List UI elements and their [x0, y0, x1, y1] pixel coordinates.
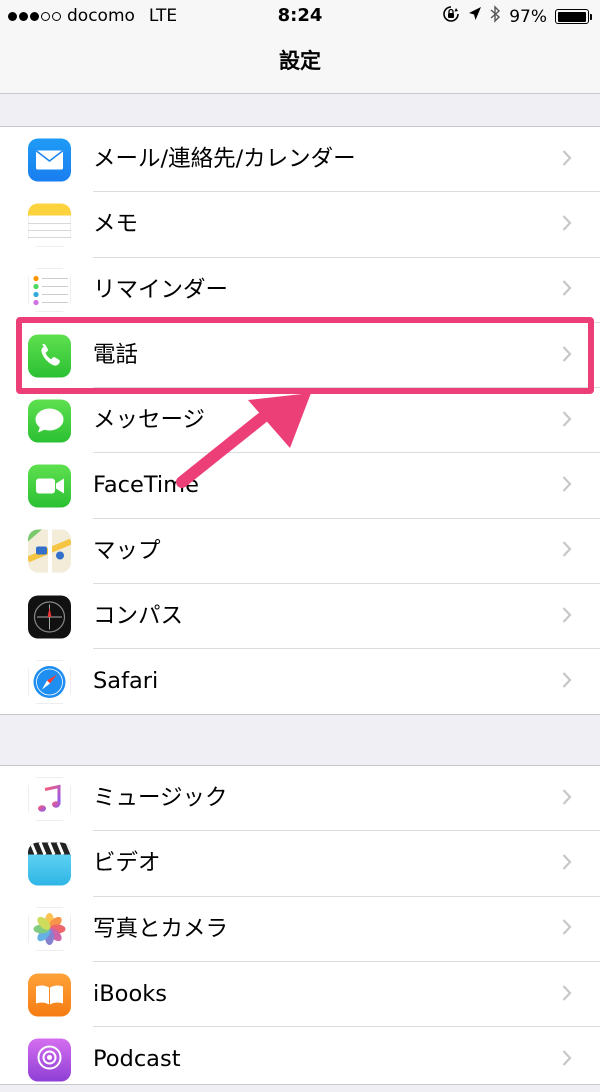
chevron-right-icon: [562, 280, 572, 301]
settings-row-label: メッセージ: [93, 407, 206, 434]
maps-icon: [28, 529, 71, 573]
orientation-lock-icon: [442, 5, 460, 28]
bluetooth-icon: [490, 5, 501, 28]
compass-icon: [28, 595, 71, 639]
reminders-icon: [28, 268, 71, 312]
facetime-icon: [28, 464, 71, 508]
chevron-right-icon: [562, 984, 572, 1005]
chevron-right-icon: [562, 149, 572, 170]
phone-row-highlight-box: [16, 317, 594, 394]
settings-row-reminders[interactable]: リマインダー: [0, 258, 600, 323]
settings-row-videos[interactable]: ビデオ: [0, 831, 600, 897]
chevron-right-icon: [562, 541, 572, 562]
chevron-right-icon: [562, 853, 572, 874]
chevron-right-icon: [562, 788, 572, 809]
settings-row-label: iBooks: [93, 980, 167, 1007]
settings-group-apps-2: ミュージック ビデオ 写真とカメラ iBooks Podcast: [0, 765, 600, 1085]
settings-row-music[interactable]: ミュージック: [0, 766, 600, 832]
settings-row-label: ビデオ: [93, 850, 161, 877]
music-icon: [28, 777, 71, 821]
settings-row-ibooks[interactable]: iBooks: [0, 962, 600, 1028]
settings-row-label: コンパス: [93, 603, 184, 630]
settings-row-photos-camera[interactable]: 写真とカメラ: [0, 897, 600, 962]
battery-percent: 97%: [509, 6, 547, 27]
videos-icon: [28, 842, 71, 886]
page-title: 設定: [279, 49, 321, 73]
settings-row-safari[interactable]: Safari: [0, 649, 600, 714]
settings-row-notes[interactable]: メモ: [0, 192, 600, 258]
settings-row-label: Podcast: [93, 1046, 181, 1073]
battery-icon: [555, 9, 592, 24]
settings-row-messages[interactable]: メッセージ: [0, 388, 600, 454]
chevron-right-icon: [562, 214, 572, 235]
mail-icon: [28, 138, 71, 182]
navigation-bar: 設定: [0, 34, 600, 94]
settings-row-label: マップ: [93, 537, 161, 564]
settings-row-label: Safari: [93, 668, 159, 695]
chevron-right-icon: [562, 672, 572, 693]
settings-row-facetime[interactable]: FaceTime: [0, 453, 600, 519]
chevron-right-icon: [562, 410, 572, 431]
chevron-right-icon: [562, 606, 572, 627]
settings-row-maps[interactable]: マップ: [0, 519, 600, 585]
settings-row-podcast[interactable]: Podcast: [0, 1027, 600, 1092]
settings-group-apps-1: メール/連絡先/カレンダー メモ リマインダー 電話 メッセージ FaceTim…: [0, 126, 600, 715]
settings-row-label: リマインダー: [93, 276, 229, 303]
settings-row-label: ミュージック: [93, 785, 228, 811]
status-bar: docomo LTE 8:24 97%: [0, 0, 600, 34]
notes-icon: [28, 203, 71, 247]
ibooks-icon: [28, 973, 71, 1017]
messages-icon: [28, 399, 71, 443]
settings-row-label: FaceTime: [93, 472, 199, 499]
settings-row-mail[interactable]: メール/連絡先/カレンダー: [0, 127, 600, 193]
settings-row-compass[interactable]: コンパス: [0, 584, 600, 650]
chevron-right-icon: [562, 476, 572, 497]
photos-icon: [28, 907, 71, 951]
location-icon: [468, 6, 482, 27]
podcast-icon: [28, 1038, 71, 1082]
chevron-right-icon: [562, 1049, 572, 1070]
settings-row-label: メール/連絡先/カレンダー: [93, 146, 356, 172]
settings-row-label: メモ: [93, 211, 139, 238]
chevron-right-icon: [562, 919, 572, 940]
settings-row-label: 写真とカメラ: [93, 915, 229, 942]
safari-icon: [28, 660, 71, 704]
